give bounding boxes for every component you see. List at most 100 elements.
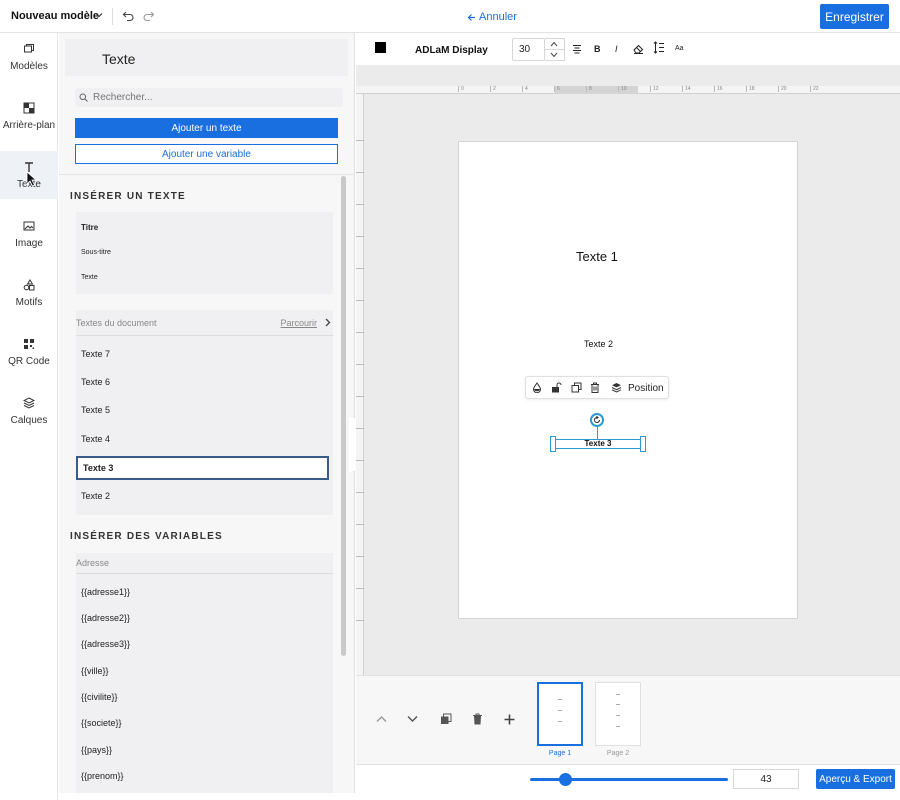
ruler-label: 20 [778,86,787,92]
save-button[interactable]: Enregistrer [820,4,889,29]
preview-export-button[interactable]: Aperçu & Export [816,769,895,789]
left-rail: Modèles Arrière-plan Texte Image Motifs … [0,33,58,800]
eraser-icon[interactable] [633,44,644,54]
add-page-icon[interactable] [504,714,515,725]
rail-item-shapes[interactable]: Motifs [0,269,58,317]
text-color-swatch[interactable] [375,42,386,53]
chevron-down-icon[interactable] [95,11,103,19]
undo-icon[interactable] [122,9,135,22]
canvas-text-1[interactable]: Texte 1 [576,249,618,264]
chevron-up-icon[interactable] [550,41,558,47]
align-center-icon[interactable] [572,44,582,54]
page-label-1[interactable]: Page 1 [537,750,583,757]
bold-button[interactable]: B [594,44,601,54]
doc-text-row[interactable]: Texte 5 [76,398,329,422]
font-size-stepper[interactable] [545,38,565,61]
search-box[interactable] [75,88,343,107]
selected-text-box[interactable]: Texte 3 [550,436,646,452]
format-toolbar: ADLaM Display B I Aa [356,33,900,66]
address-group-label: Adresse [76,558,110,568]
delete-page-icon[interactable] [472,713,483,725]
rail-label: Motifs [15,296,43,308]
image-icon [23,221,35,230]
chevron-down-icon[interactable] [550,52,558,58]
doc-text-row[interactable]: Texte 7 [76,342,329,366]
ruler-label: 18 [746,86,755,92]
rail-item-image[interactable]: Image [0,210,58,258]
resize-handle-right[interactable] [640,436,646,452]
position-button[interactable]: Position [628,383,664,394]
resize-handle-left[interactable] [550,436,556,452]
panel-scrollbar[interactable] [341,176,346,656]
doc-text-row[interactable]: Texte 4 [76,427,329,451]
style-body[interactable]: Texte [81,274,98,281]
layers-icon[interactable] [611,382,622,393]
variable-item[interactable]: {{pays}} [81,745,112,755]
duplicate-icon[interactable] [571,382,582,393]
template-name[interactable]: Nouveau modèle [11,10,99,22]
add-text-button[interactable]: Ajouter un texte [75,118,338,138]
rail-item-background[interactable]: Arrière-plan [0,92,58,140]
text-styles-card: Titre Sous-titre Texte [76,212,333,294]
move-up-icon[interactable] [376,715,387,723]
rail-item-templates[interactable]: Modèles [0,33,58,81]
style-title[interactable]: Titre [81,223,98,232]
trash-icon[interactable] [590,382,600,393]
cancel-link[interactable]: Annuler [467,11,517,23]
font-family-select[interactable]: ADLaM Display [415,45,488,56]
browse-link[interactable]: Parcourir [280,318,317,328]
cancel-label: Annuler [479,11,517,23]
variable-item[interactable]: {{ville}} [81,666,109,676]
variable-item[interactable]: {{adresse1}} [81,587,130,597]
doc-texts-header: Textes du document Parcourir [76,310,333,336]
page-thumbnail-1[interactable] [537,682,583,746]
rail-item-qr-code[interactable]: QR Code [0,328,58,376]
variable-item[interactable]: {{societe}} [81,718,122,728]
ruler-label: 0 [458,86,464,92]
duplicate-page-icon[interactable] [440,713,452,725]
rotate-handle[interactable] [590,413,604,427]
italic-button[interactable]: I [615,44,618,54]
section-title-insert-text: INSÉRER UN TEXTE [70,191,186,202]
chevron-right-icon[interactable] [324,318,331,327]
cursor-pointer-icon [26,171,38,187]
ruler-label: 14 [682,86,691,92]
rotate-connector [597,427,598,439]
variable-item[interactable]: {{adresse3}} [81,639,130,649]
line-height-icon[interactable] [653,41,665,54]
redo-icon[interactable] [142,9,155,22]
variable-item[interactable]: {{prenom}} [81,771,124,781]
doc-text-row[interactable]: Texte 2 [76,484,329,508]
doc-texts-label: Textes du document [76,318,157,328]
zoom-input[interactable] [733,769,799,789]
rail-item-layers[interactable]: Calques [0,387,58,435]
text-case-button[interactable]: Aa [675,45,684,52]
ruler-label: 6 [554,86,560,92]
add-variable-button[interactable]: Ajouter une variable [75,144,338,164]
style-subtitle[interactable]: Sous-titre [81,249,111,256]
rail-label: Image [15,237,43,249]
page-label-2[interactable]: Page 2 [595,750,641,757]
variable-item[interactable]: {{adresse2}} [81,613,130,623]
panel-title: Texte [102,51,136,67]
canvas-text-3[interactable]: Texte 3 [555,439,641,448]
unlock-icon[interactable] [551,382,562,393]
document-page[interactable]: Texte 1 Texte 2 Position Texte 3 [458,141,798,619]
zoom-slider-handle[interactable] [559,773,573,786]
search-input[interactable] [93,92,333,103]
canvas-area[interactable]: 0 2 4 6 8 10 12 14 16 18 20 22 Texte 1 T… [356,66,900,675]
rail-item-text[interactable]: Texte [0,151,58,199]
page-thumbnail-2[interactable] [595,682,641,746]
variable-item[interactable]: {{civilite}} [81,692,118,702]
ruler-label: 10 [618,86,627,92]
canvas-text-2[interactable]: Texte 2 [584,339,613,349]
ruler-label: 8 [586,86,592,92]
font-size-input[interactable] [512,38,545,61]
rail-label: Arrière-plan [2,119,56,131]
text-panel: Texte Ajouter un texte Ajouter une varia… [59,33,355,793]
move-down-icon[interactable] [407,715,418,723]
divider [112,8,113,25]
doc-text-row[interactable]: Texte 6 [76,370,329,394]
doc-text-row-selected[interactable]: Texte 3 [76,456,329,480]
fill-drop-icon[interactable] [532,382,542,393]
